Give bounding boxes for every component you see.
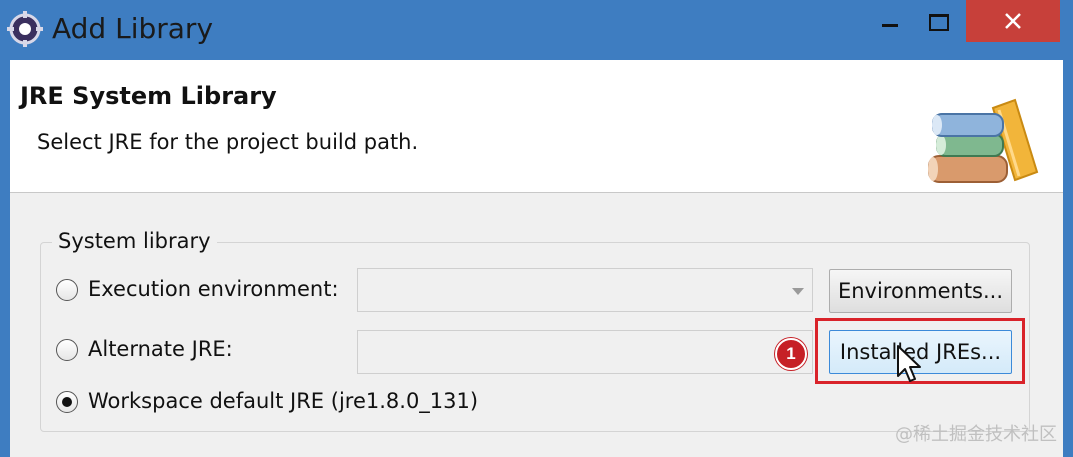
mouse-pointer-icon [897,345,921,382]
page-description: Select JRE for the project build path. [37,130,419,154]
radio-selected-dot [62,397,72,407]
maximize-button[interactable] [905,0,965,40]
minimize-icon [882,24,898,27]
watermark: @稀土掘金技术社区 [895,424,1057,445]
environments-button[interactable]: Environments... [829,269,1012,313]
execution-environment-label: Execution environment: [88,277,339,301]
eclipse-gear-icon [7,11,43,47]
alternate-jre-label: Alternate JRE: [88,337,233,361]
window-title: Add Library [52,12,214,45]
alternate-jre-select[interactable] [357,330,813,374]
alternate-jre-radio[interactable] [56,339,78,361]
execution-environment-select[interactable] [357,268,813,312]
window-border-left [0,60,10,457]
execution-environment-radio[interactable] [56,279,78,301]
chevron-down-icon [792,288,804,295]
library-books-icon [928,98,1039,183]
maximize-icon [929,14,949,31]
step-number-badge: 1 [775,338,807,370]
window-titlebar[interactable]: Add Library [0,0,1073,60]
workspace-default-jre-radio[interactable] [56,391,78,413]
close-button[interactable] [966,0,1060,42]
window-border-right [1063,60,1073,457]
group-label: System library [52,229,217,253]
page-title: JRE System Library [20,82,277,110]
wizard-header: JRE System Library Select JRE for the pr… [10,60,1063,193]
workspace-default-jre-label: Workspace default JRE (jre1.8.0_131) [88,389,479,413]
close-icon [1005,13,1021,29]
